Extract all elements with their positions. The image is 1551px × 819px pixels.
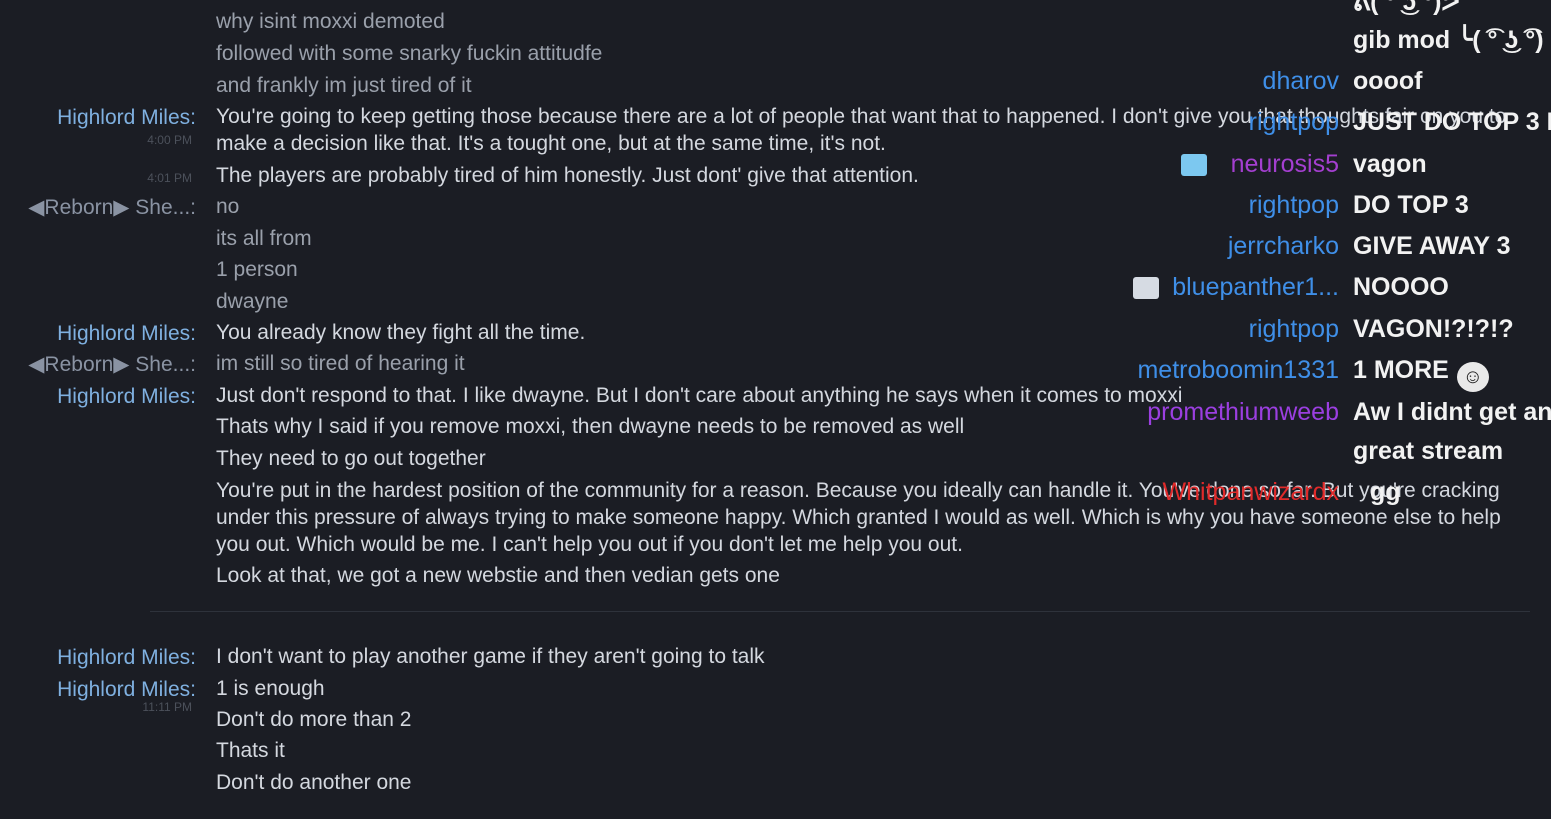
chat-line: Highlord Miles: 11:11 PM 1 is enough bbox=[0, 675, 1540, 714]
chat-line: 4:01 PM The players are probably tired o… bbox=[0, 162, 1540, 192]
chat-line: Highlord Miles: You already know they fi… bbox=[0, 319, 1540, 349]
chat-line: Highlord Miles: Just don't respond to th… bbox=[0, 382, 1540, 412]
speaker-name[interactable]: ◀Reborn▶ She...: bbox=[28, 350, 196, 380]
message-text: Look at that, we got a new webstie and t… bbox=[216, 564, 780, 587]
chat-line: and frankly im just tired of it bbox=[0, 72, 1540, 102]
chat-line: why isint moxxi demoted bbox=[0, 8, 1540, 38]
message-text: The players are probably tired of him ho… bbox=[216, 164, 919, 187]
chat-line: 1 person bbox=[0, 256, 1540, 286]
message-text: 1 person bbox=[216, 258, 298, 281]
chat-line: Don't do another one bbox=[0, 769, 1540, 799]
chat-line: They need to go out together bbox=[0, 445, 1540, 475]
speaker-name[interactable]: ◀Reborn▶ She...: bbox=[28, 193, 196, 223]
chat-line: Thats it bbox=[0, 737, 1540, 767]
message-text: Thats it bbox=[216, 739, 285, 762]
speaker-name[interactable]: Highlord Miles: bbox=[57, 103, 196, 133]
message-text: its all from bbox=[216, 227, 312, 250]
speaker-name[interactable]: Highlord Miles: bbox=[57, 643, 196, 673]
message-text: no bbox=[216, 195, 240, 218]
message-text: 1 is enough bbox=[216, 677, 325, 700]
message-text: Don't do another one bbox=[216, 771, 412, 794]
chat-line: You're put in the hardest position of th… bbox=[0, 477, 1540, 561]
chat-line: ◀Reborn▶ She...: no bbox=[0, 193, 1540, 223]
timestamp: 4:01 PM bbox=[147, 171, 192, 185]
message-text: followed with some snarky fuckin attitud… bbox=[216, 42, 603, 65]
chat-divider bbox=[150, 611, 1530, 612]
chat-line: dwayne bbox=[0, 288, 1540, 318]
speaker-name[interactable]: Highlord Miles: bbox=[57, 382, 196, 412]
message-text: Don't do more than 2 bbox=[216, 708, 412, 731]
message-text: Just don't respond to that. I like dwayn… bbox=[216, 384, 1183, 407]
message-text: You're put in the hardest position of th… bbox=[216, 479, 1501, 556]
message-text: I don't want to play another game if the… bbox=[216, 645, 765, 668]
message-text: You're going to keep getting those becau… bbox=[216, 105, 1507, 155]
message-text: Thats why I said if you remove moxxi, th… bbox=[216, 415, 965, 438]
chat-line: Highlord Miles: 4:00 PM You're going to … bbox=[0, 103, 1540, 159]
chat-line: Look at that, we got a new webstie and t… bbox=[0, 562, 1540, 592]
message-text: im still so tired of hearing it bbox=[216, 352, 465, 375]
timestamp: 4:00 PM bbox=[147, 133, 192, 147]
chat-line: its all from bbox=[0, 225, 1540, 255]
chat-log: why isint moxxi demoted followed with so… bbox=[0, 0, 1551, 819]
message-text: why isint moxxi demoted bbox=[216, 10, 445, 33]
message-text: They need to go out together bbox=[216, 447, 486, 470]
chat-line: Highlord Miles: I don't want to play ano… bbox=[0, 643, 1540, 673]
chat-line: followed with some snarky fuckin attitud… bbox=[0, 40, 1540, 70]
speaker-name[interactable]: Highlord Miles: bbox=[57, 319, 196, 349]
message-text: and frankly im just tired of it bbox=[216, 74, 472, 97]
chat-line: Thats why I said if you remove moxxi, th… bbox=[0, 413, 1540, 443]
chat-line: Don't do more than 2 bbox=[0, 706, 1540, 736]
chat-line: ◀Reborn▶ She...: im still so tired of he… bbox=[0, 350, 1540, 380]
message-text: You already know they fight all the time… bbox=[216, 321, 586, 344]
message-text: dwayne bbox=[216, 290, 289, 313]
